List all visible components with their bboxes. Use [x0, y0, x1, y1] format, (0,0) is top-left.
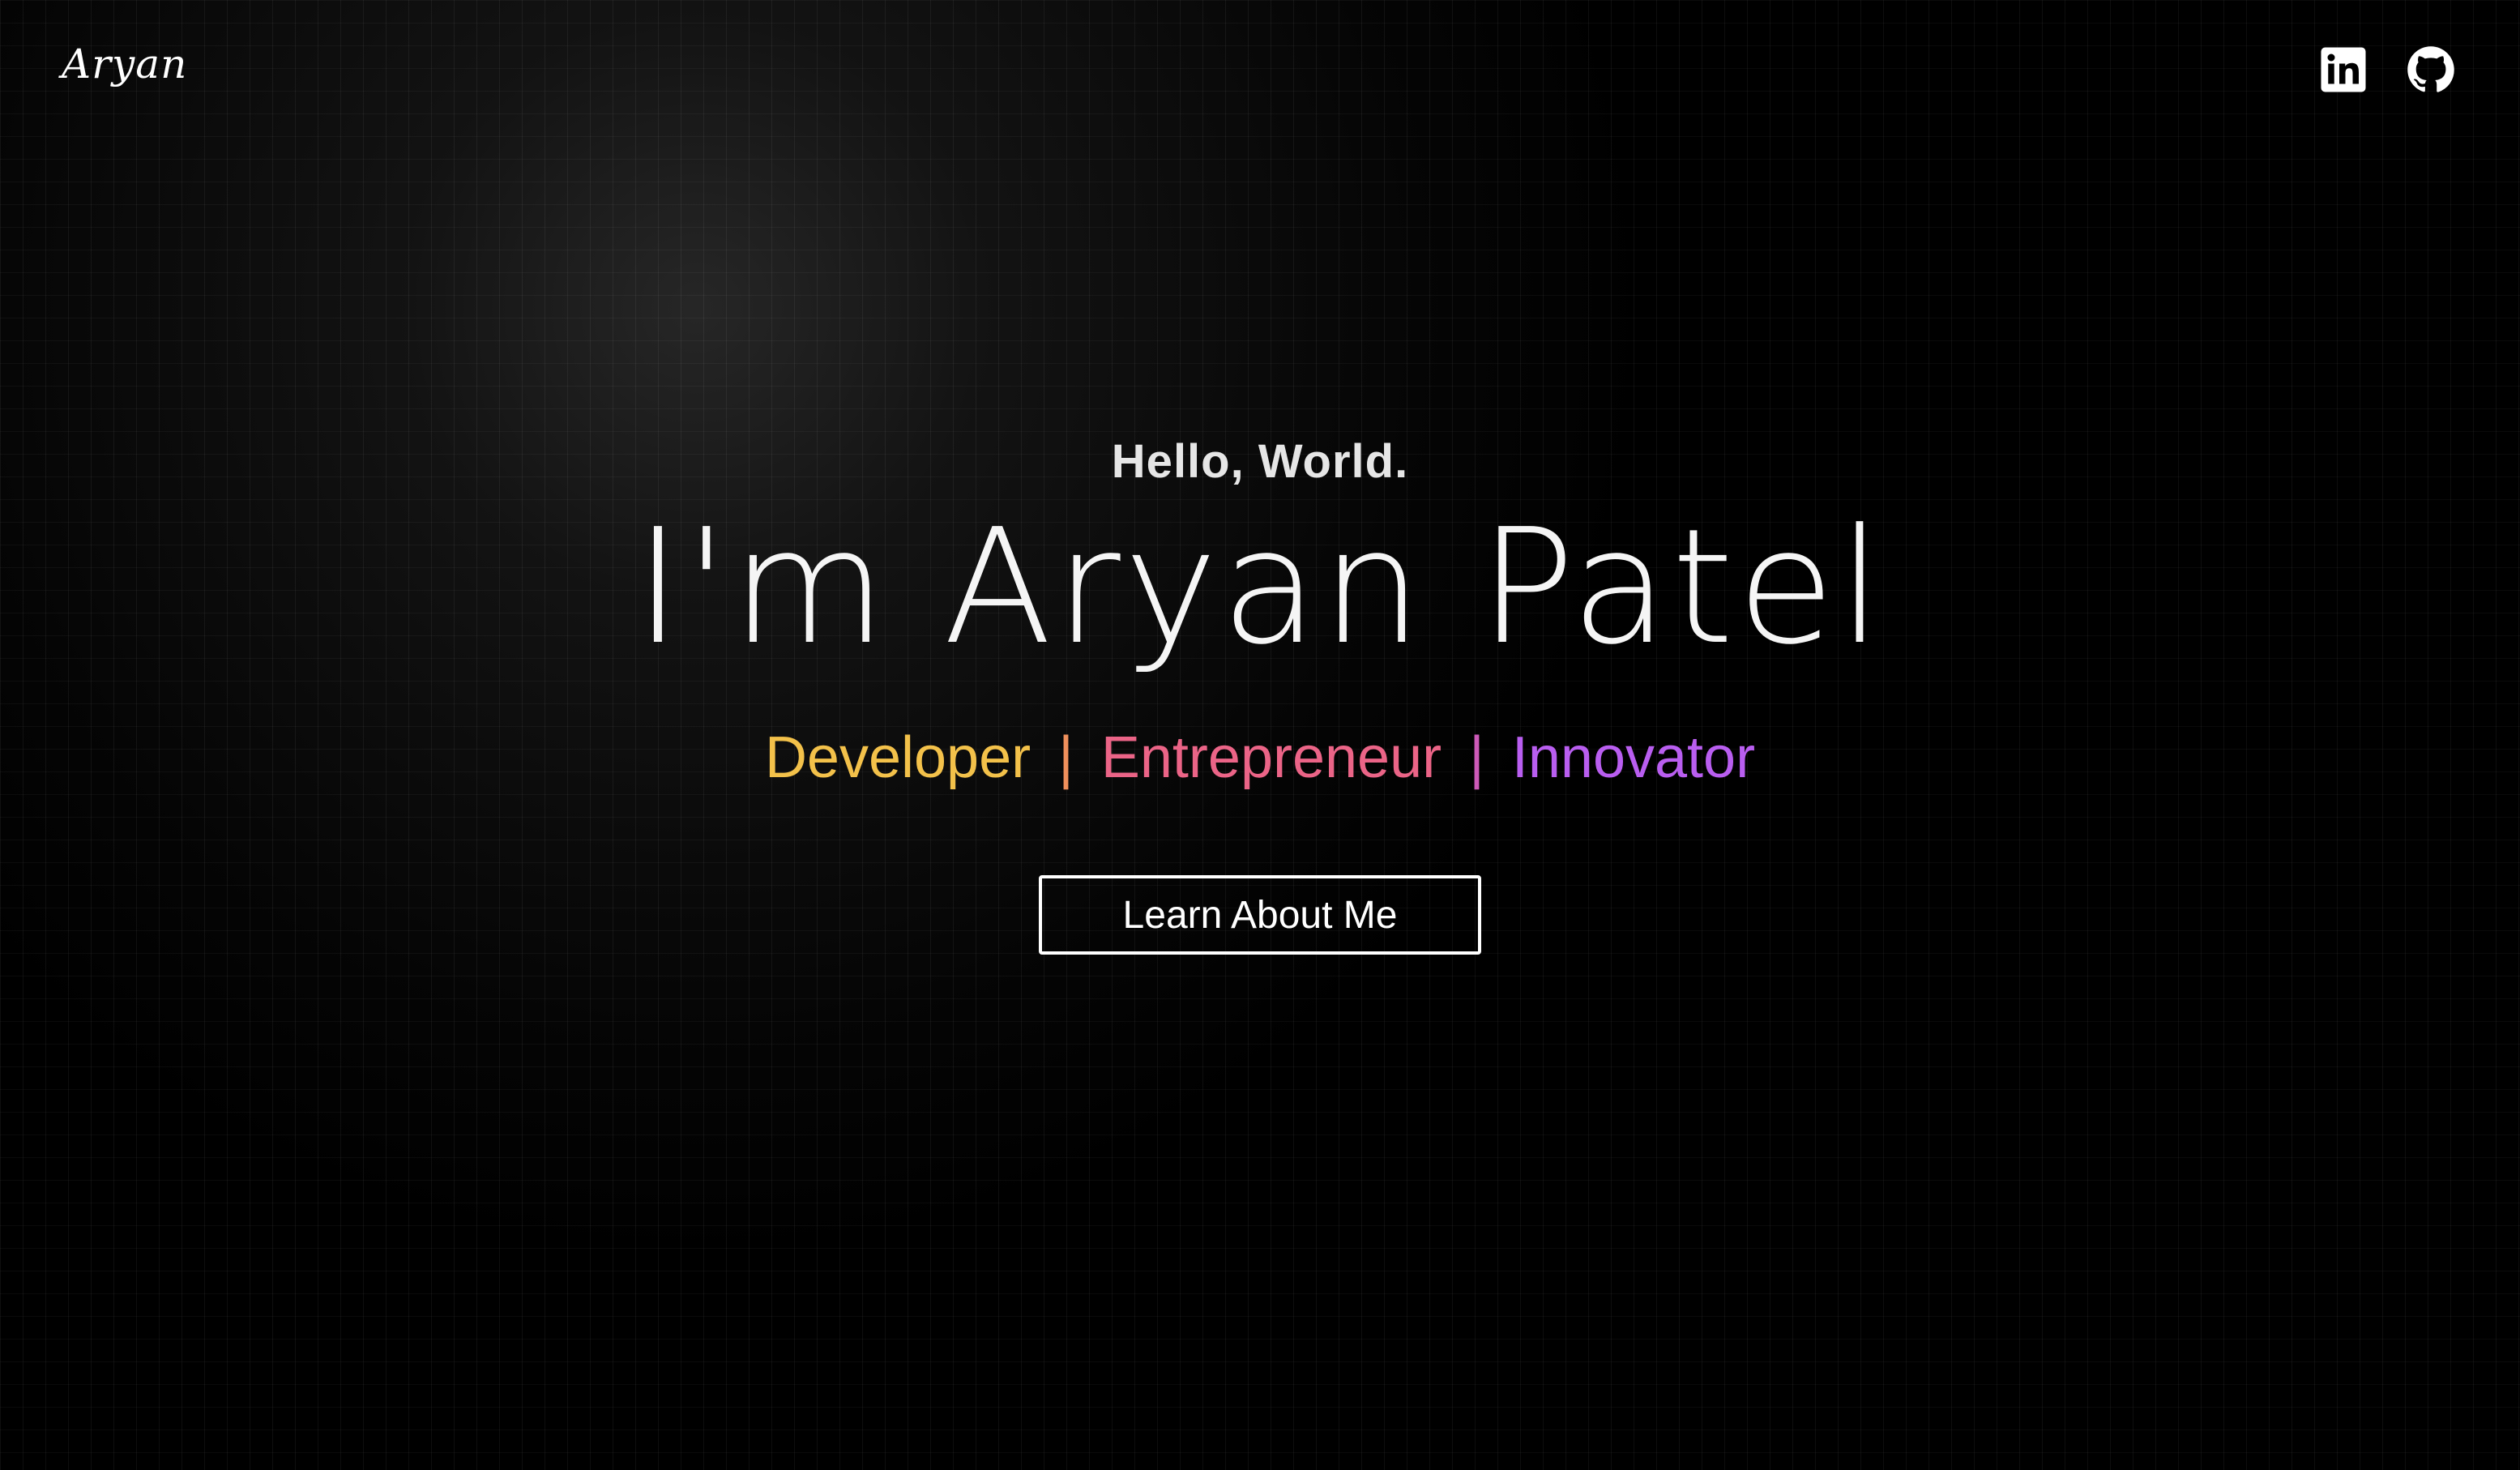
roles-line: Developer | Entrepreneur | Innovator [0, 721, 2520, 794]
logo-link[interactable]: Aryan [62, 41, 187, 88]
hero-section: Hello, World. I'm Aryan Patel Developer … [0, 429, 2520, 955]
role-separator: | [1058, 725, 1074, 790]
linkedin-link[interactable] [2319, 45, 2368, 94]
greeting-text: Hello, World. [1111, 435, 1409, 488]
name-heading: I'm Aryan Patel [0, 494, 2520, 681]
github-icon [2407, 46, 2454, 92]
learn-about-me-button[interactable]: Learn About Me [1039, 875, 1481, 955]
name-text: I'm Aryan Patel [634, 495, 1886, 680]
role-entrepreneur: Entrepreneur [1100, 725, 1442, 790]
social-links [2319, 45, 2455, 94]
role-developer: Developer [764, 725, 1031, 790]
page: Aryan Hello, World. I'm Aryan Patel Deve… [0, 0, 2520, 1470]
linkedin-icon [2321, 47, 2366, 92]
role-separator: | [1469, 725, 1484, 790]
github-link[interactable] [2407, 45, 2455, 94]
role-innovator: Innovator [1511, 725, 1756, 790]
